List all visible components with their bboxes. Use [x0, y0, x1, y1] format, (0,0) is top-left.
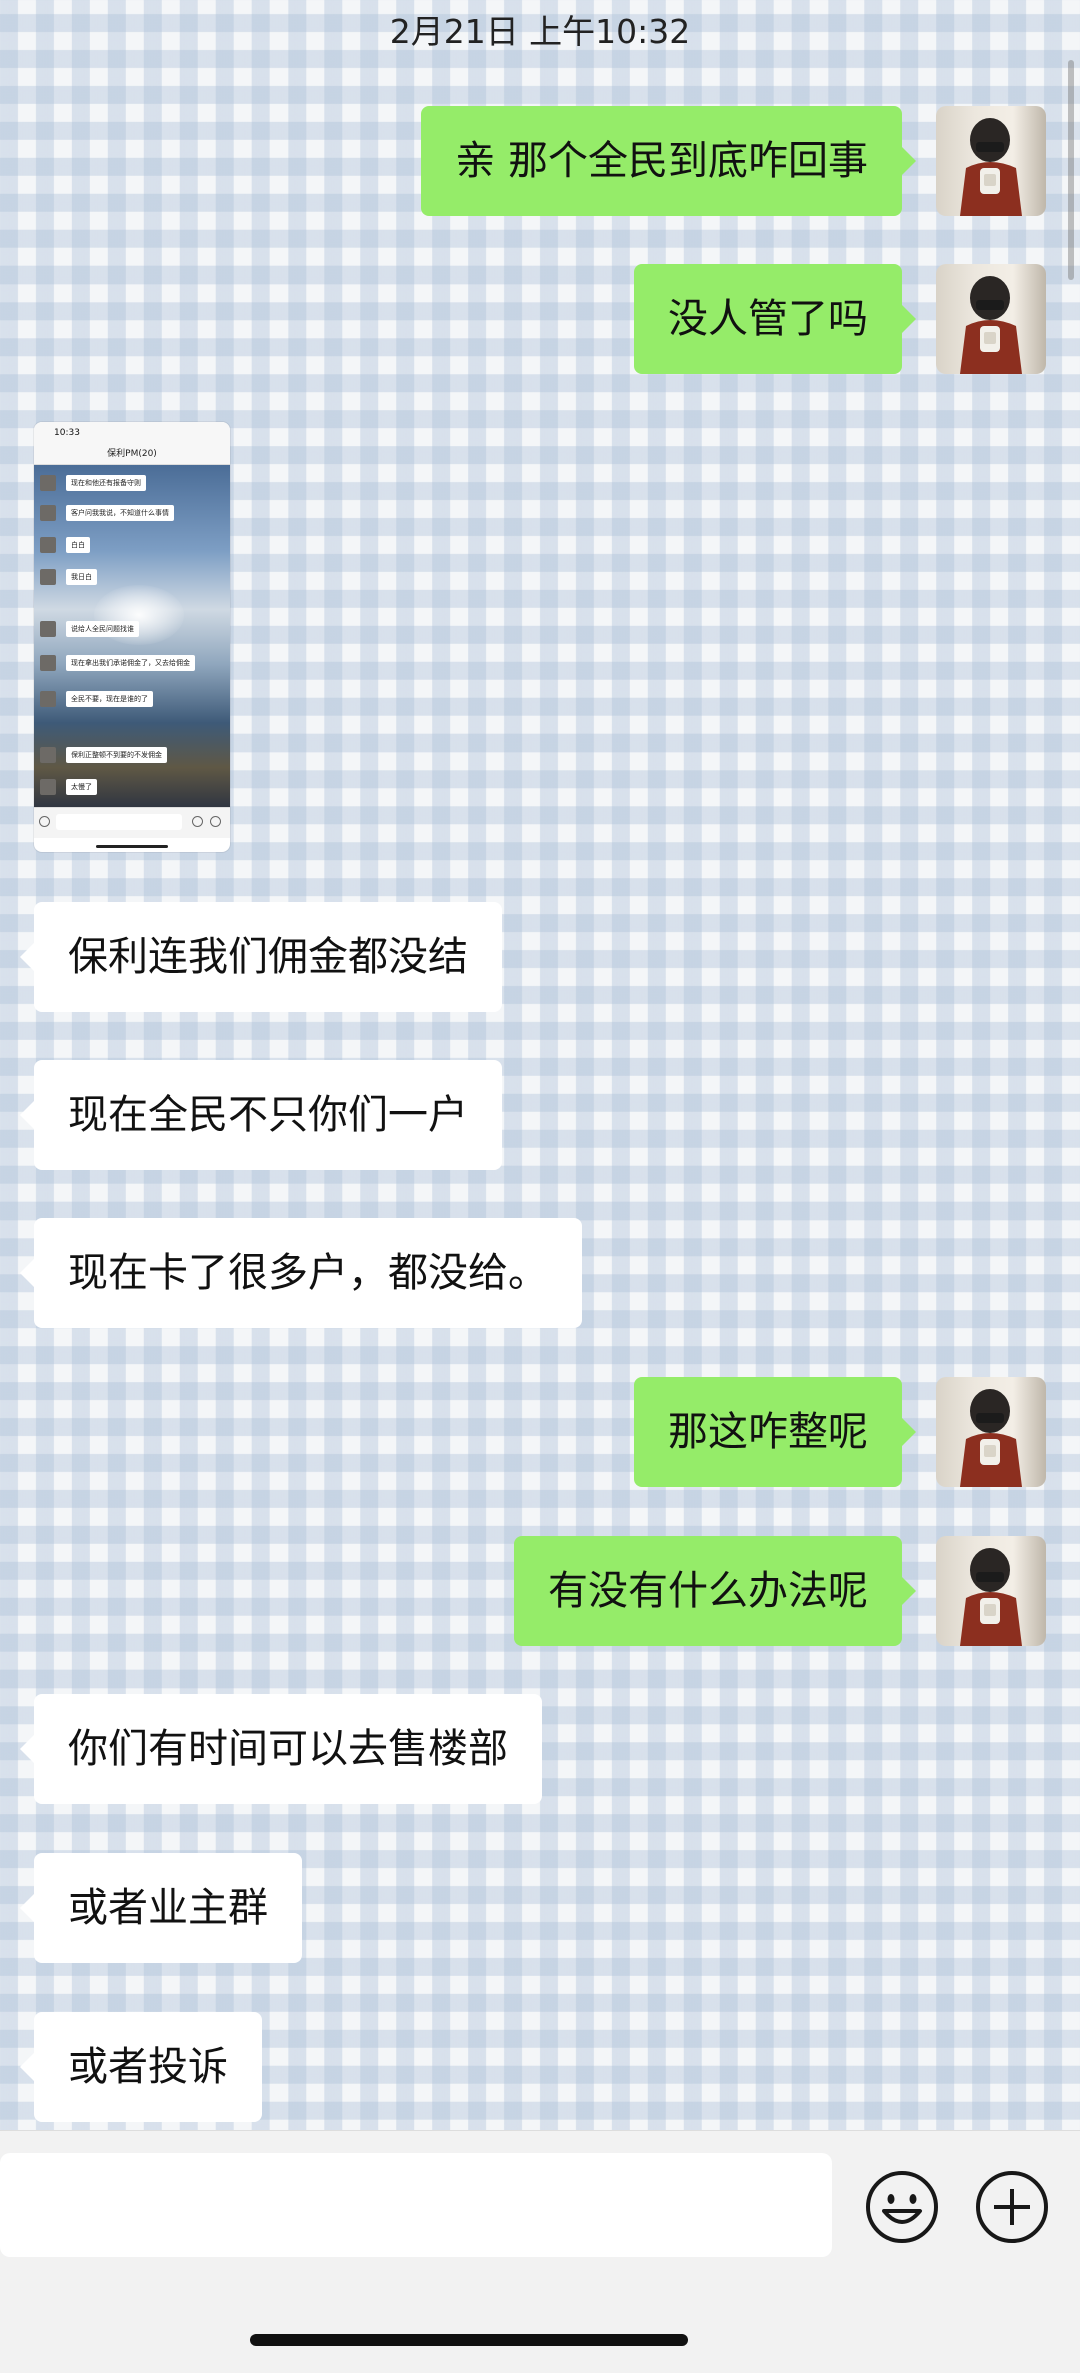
self-avatar[interactable]	[936, 106, 1046, 216]
thumbnail-input-bar	[34, 807, 230, 838]
thumbnail-input-field	[56, 814, 182, 830]
thumbnail-avatar	[40, 475, 56, 491]
message-row-outgoing: 亲 那个全民到底咋回事	[0, 106, 1080, 216]
thumbnail-avatar	[40, 569, 56, 585]
message-row-incoming: 现在卡了很多户，都没给。	[0, 1218, 1080, 1328]
thumbnail-message-text: 现在和他还有报备守则	[66, 475, 146, 491]
thumbnail-home-indicator	[96, 845, 168, 848]
message-bubble-incoming[interactable]: 现在全民不只你们一户	[20, 1060, 502, 1170]
message-bubble-incoming[interactable]: 或者业主群	[20, 1853, 302, 1963]
thumbnail-status-time: 10:33	[34, 422, 230, 444]
message-bubble-outgoing[interactable]: 没人管了吗	[634, 264, 916, 374]
message-bubble-outgoing[interactable]: 亲 那个全民到底咋回事	[421, 106, 916, 216]
plus-circle-icon	[976, 2171, 1048, 2243]
thumbnail-avatar	[40, 691, 56, 707]
more-options-button[interactable]	[974, 2169, 1050, 2245]
thumbnail-avatar	[40, 621, 56, 637]
self-avatar[interactable]	[936, 264, 1046, 374]
message-row-incoming: 或者业主群	[0, 1853, 1080, 1963]
avatar-photo-icon	[960, 1389, 1022, 1487]
message-bubble-incoming[interactable]: 现在卡了很多户，都没给。	[20, 1218, 582, 1328]
avatar-photo-icon	[960, 1548, 1022, 1646]
thumbnail-voice-icon	[39, 816, 50, 827]
message-row-incoming: 你们有时间可以去售楼部	[0, 1694, 1080, 1804]
thumbnail-message-text: 白白	[66, 537, 90, 553]
thumbnail-message-text: 保利正整顿不到要的不发佣金	[66, 747, 167, 763]
message-row-outgoing: 那这咋整呢	[0, 1377, 1080, 1487]
thumbnail-message-text: 现在拿出我们承诺佣金了，又去给佣金	[66, 655, 195, 671]
thumbnail-emoji-icon	[192, 816, 203, 827]
chat-timestamp: 2月21日 上午10:32	[389, 12, 691, 51]
message-row-outgoing: 有没有什么办法呢	[0, 1536, 1080, 1646]
thumbnail-message-text: 全民不要，现在是谁的了	[66, 691, 153, 707]
thumbnail-avatar	[40, 779, 56, 795]
emoji-button[interactable]	[864, 2169, 940, 2245]
avatar-photo-icon	[960, 118, 1022, 216]
thumbnail-avatar	[40, 747, 56, 763]
thumbnail-avatar	[40, 655, 56, 671]
home-indicator[interactable]	[250, 2334, 688, 2346]
avatar-photo-icon	[960, 276, 1022, 374]
thumbnail-chat-title: 保利PM(20)	[34, 444, 230, 465]
message-bubble-incoming[interactable]: 你们有时间可以去售楼部	[20, 1694, 542, 1804]
message-row-incoming: 保利连我们佣金都没结	[0, 902, 1080, 1012]
thumbnail-message-text: 太慢了	[66, 779, 97, 795]
thumbnail-message-text: 客户问我我说，不知道什么事情	[66, 505, 174, 521]
self-avatar[interactable]	[936, 1377, 1046, 1487]
smiley-face-icon	[866, 2171, 938, 2243]
thumbnail-avatar	[40, 505, 56, 521]
message-bubble-outgoing[interactable]: 那这咋整呢	[634, 1377, 916, 1487]
message-bubble-incoming[interactable]: 保利连我们佣金都没结	[20, 902, 502, 1012]
message-bubble-outgoing[interactable]: 有没有什么办法呢	[514, 1536, 916, 1646]
thumbnail-message-text: 说给人全民问题找谁	[66, 621, 139, 637]
message-input[interactable]	[0, 2153, 832, 2257]
image-message-thumbnail[interactable]: 10:33 保利PM(20) 现在和他还有报备守则 客户问我我说，不知道什么事情…	[34, 422, 230, 852]
thumbnail-avatar	[40, 537, 56, 553]
message-bubble-incoming[interactable]: 或者投诉	[20, 2012, 262, 2122]
message-row-outgoing: 没人管了吗	[0, 264, 1080, 374]
thumbnail-plus-icon	[210, 816, 221, 827]
message-row-incoming: 或者投诉	[0, 2012, 1080, 2122]
thumbnail-chat-body: 现在和他还有报备守则 客户问我我说，不知道什么事情 白白 我日白 说给人全民问题…	[34, 465, 230, 809]
self-avatar[interactable]	[936, 1536, 1046, 1646]
message-row-incoming: 现在全民不只你们一户	[0, 1060, 1080, 1170]
thumbnail-message-text: 我日白	[66, 569, 97, 585]
